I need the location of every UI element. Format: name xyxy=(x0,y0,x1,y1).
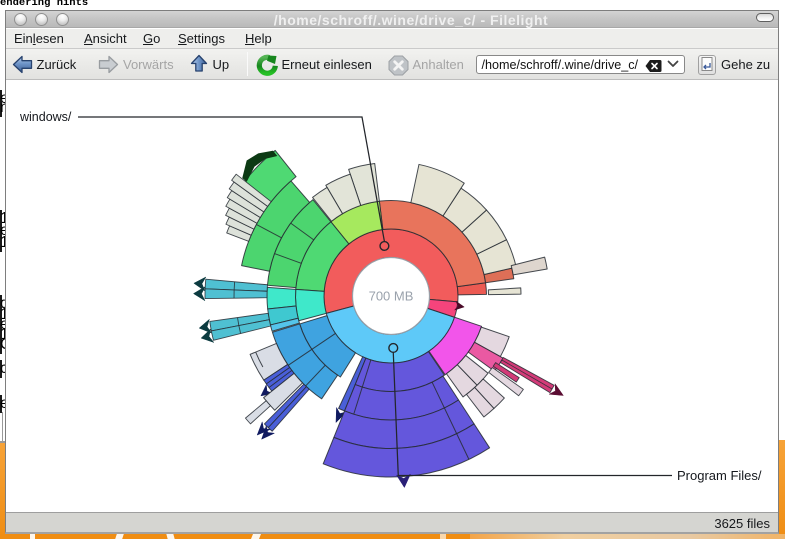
svg-text:windows/: windows/ xyxy=(19,110,72,124)
svg-text:700 MB: 700 MB xyxy=(369,289,414,304)
svg-text:Program Files/: Program Files/ xyxy=(677,468,762,483)
